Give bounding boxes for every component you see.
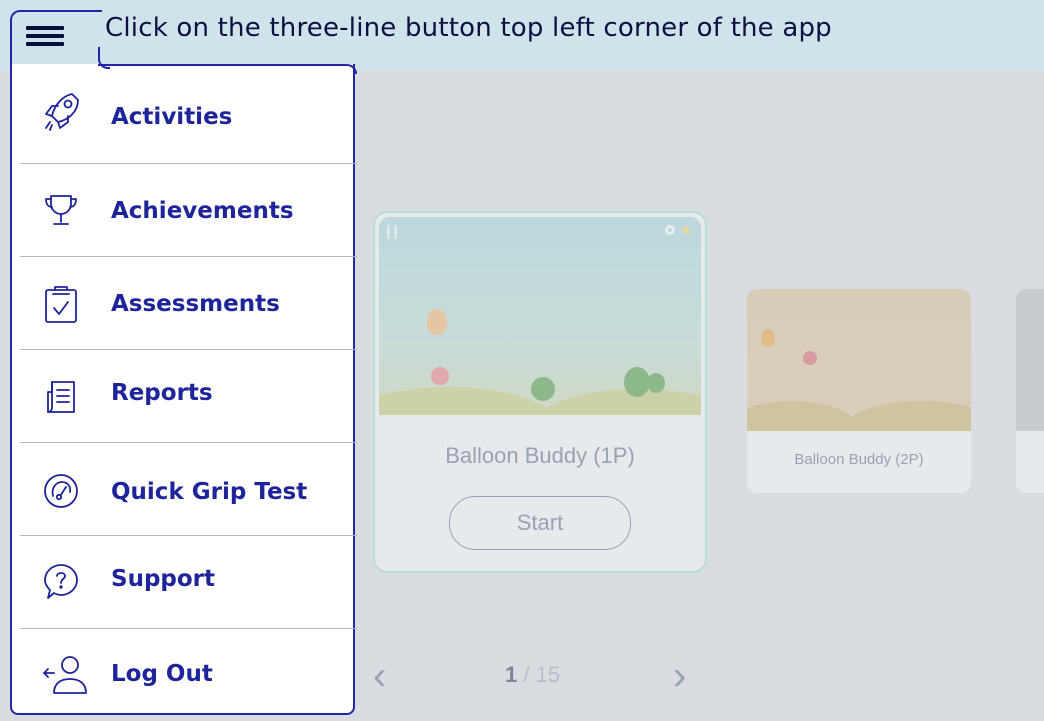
menu-item-support[interactable]: Support xyxy=(12,536,355,628)
menu-item-log-out[interactable]: Log Out xyxy=(12,629,355,721)
menu-item-label: Achievements xyxy=(111,198,294,224)
menu-item-achievements[interactable]: Achievements xyxy=(12,164,355,256)
activity-thumbnail: ★ xyxy=(379,217,701,415)
star-icon: ★ xyxy=(679,222,693,239)
activity-card-balloon-buddy-2p: Balloon Buddy (2P) xyxy=(747,289,971,493)
activity-card-next xyxy=(1016,289,1044,493)
activity-thumbnail xyxy=(747,289,971,431)
report-document-icon xyxy=(42,378,80,416)
start-button[interactable]: Start xyxy=(449,496,631,550)
settings-icon xyxy=(665,225,675,235)
menu-item-label: Support xyxy=(111,566,216,592)
menu-item-label: Log Out xyxy=(111,661,213,687)
activity-title: Balloon Buddy (1P) xyxy=(445,443,635,468)
menu-item-assessments[interactable]: Assessments xyxy=(12,257,355,349)
pause-icon xyxy=(387,225,399,239)
instruction-text: Click on the three-line button top left … xyxy=(105,13,832,43)
side-menu: Activities Achievements Assessments Repo… xyxy=(10,64,357,715)
page-separator: / xyxy=(523,662,530,687)
grip-gauge-icon xyxy=(42,472,80,510)
trophy-icon xyxy=(42,192,80,230)
current-page: 1 xyxy=(505,662,518,687)
logout-user-icon xyxy=(42,653,94,694)
instruction-banner: Click on the three-line button top left … xyxy=(0,0,1044,70)
menu-item-label: Activities xyxy=(111,104,233,130)
activity-thumbnail xyxy=(1016,289,1044,431)
menu-item-label: Quick Grip Test xyxy=(111,479,308,505)
previous-page-icon[interactable]: ‹ xyxy=(373,656,386,696)
page-indicator: 1 / 15 xyxy=(505,662,560,688)
menu-item-activities[interactable]: Activities xyxy=(12,70,355,162)
activity-card-balloon-buddy-1p: ★ Balloon Buddy (1P) Start xyxy=(373,211,707,573)
hamburger-menu-icon[interactable] xyxy=(26,23,64,49)
rocket-icon xyxy=(42,92,80,131)
clipboard-check-icon xyxy=(42,284,80,323)
menu-item-reports[interactable]: Reports xyxy=(12,350,355,442)
total-pages: 15 xyxy=(535,662,561,687)
menu-item-quick-grip-test[interactable]: Quick Grip Test xyxy=(12,443,355,535)
next-page-icon[interactable]: › xyxy=(673,656,686,696)
menu-item-label: Reports xyxy=(111,380,213,406)
menu-item-label: Assessments xyxy=(111,291,280,317)
help-bubble-icon xyxy=(42,562,80,600)
menu-top-outline xyxy=(98,64,357,74)
activity-title: Balloon Buddy (2P) xyxy=(794,451,924,468)
